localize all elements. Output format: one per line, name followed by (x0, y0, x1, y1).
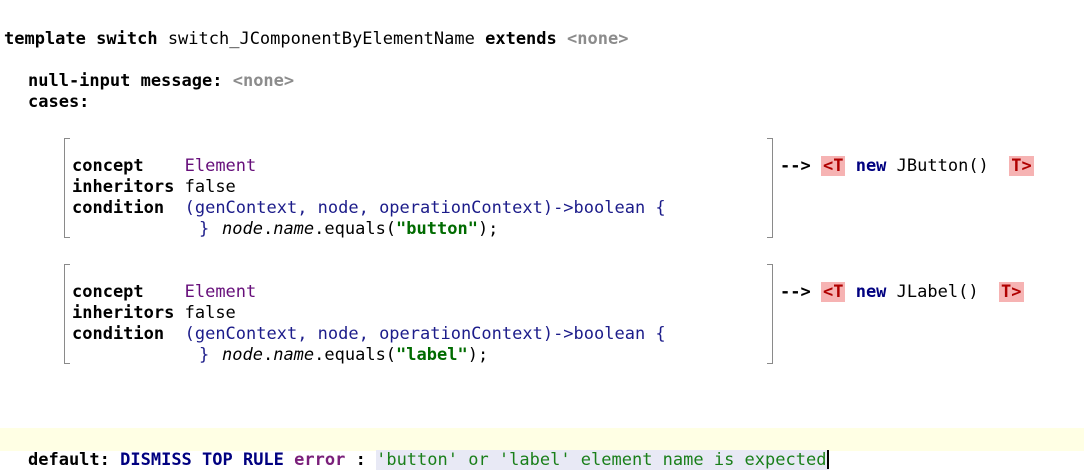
cases-label: cases: (28, 92, 90, 112)
case-2-call-end: ); (467, 345, 489, 365)
case-2-string-literal[interactable]: "label" (396, 345, 468, 365)
case-2-concept-line: concept Element (72, 261, 256, 302)
case-1-tag-open[interactable]: <T (820, 156, 846, 176)
case-2-consequence: --> <T new JLabel() T> (780, 261, 1024, 302)
error-message-text[interactable]: 'button' or 'label' element name is expe… (376, 450, 826, 470)
case-2-node-ref[interactable]: node (222, 345, 263, 365)
case-2-constructor[interactable]: JLabel() (897, 282, 979, 302)
case-1-tag-close[interactable]: T> (1009, 156, 1034, 176)
case-2-condition-body[interactable]: node.name.equals("label"); (222, 324, 488, 365)
null-input-value[interactable]: <none> (233, 71, 294, 91)
case-1-node-ref[interactable]: node (222, 219, 263, 239)
case-2-tag-open[interactable]: <T (820, 282, 846, 302)
template-name[interactable]: switch_JComponentByElementName (168, 29, 475, 49)
null-input-line: null-input message: <none> (28, 50, 294, 91)
case-1-right-bracket (767, 138, 773, 238)
case-2-dot: . (262, 345, 274, 365)
default-action[interactable]: DISMISS TOP RULE (120, 450, 284, 470)
case-1-left-bracket (64, 138, 70, 238)
case-2-arrow: --> (780, 282, 811, 302)
case-1-name-property[interactable]: name (273, 219, 314, 239)
case-1-condition-keyword: condition (72, 198, 165, 218)
default-label: default: (28, 450, 110, 470)
template-keyword[interactable]: template (4, 29, 86, 49)
case-2-inheritors-line: inheritors false (72, 282, 236, 323)
case-1-constructor[interactable]: JButton() (897, 156, 989, 176)
case-1-condition-line: condition (genContext, node, operationCo… (72, 177, 666, 218)
error-message-field[interactable]: 'button' or 'label' element name is expe… (376, 450, 830, 470)
case-2-close-brace: } (199, 345, 210, 365)
case-1-inheritors-line: inheritors false (72, 156, 236, 197)
switch-keyword[interactable]: switch (96, 29, 157, 49)
case-1-string-literal[interactable]: "button" (396, 219, 478, 239)
case-2-left-bracket (64, 264, 70, 364)
case-2-right-bracket (767, 264, 773, 364)
template-header: template switch switch_JComponentByEleme… (4, 8, 628, 49)
case-1-consequence: --> <T new JButton() T> (780, 135, 1034, 176)
case-1-concept-line: concept Element (72, 135, 256, 176)
text-caret (827, 450, 830, 469)
case-2-condition-line: condition (genContext, node, operationCo… (72, 303, 666, 344)
default-line: default: DISMISS TOP RULE error : 'butto… (28, 429, 830, 470)
case-1-new-keyword[interactable]: new (856, 156, 887, 176)
error-colon: : (355, 450, 366, 470)
error-keyword[interactable]: error (294, 450, 345, 470)
case-2-new-keyword[interactable]: new (856, 282, 887, 302)
null-input-label: null-input message: (28, 71, 223, 91)
case-2-tag-close[interactable]: T> (999, 282, 1024, 302)
case-2-condition-keyword: condition (72, 324, 165, 344)
case-1-close-brace: } (199, 219, 210, 239)
case-1-condition-body[interactable]: node.name.equals("button"); (222, 198, 498, 239)
case-1-dot: . (262, 219, 274, 239)
case-1-equals-call[interactable]: .equals( (314, 219, 396, 239)
case-1-arrow: --> (780, 156, 811, 176)
case-1-call-end: ); (477, 219, 499, 239)
extends-value[interactable]: <none> (567, 29, 628, 49)
case-2-name-property[interactable]: name (273, 345, 314, 365)
extends-keyword[interactable]: extends (485, 29, 557, 49)
case-2-equals-call[interactable]: .equals( (314, 345, 396, 365)
